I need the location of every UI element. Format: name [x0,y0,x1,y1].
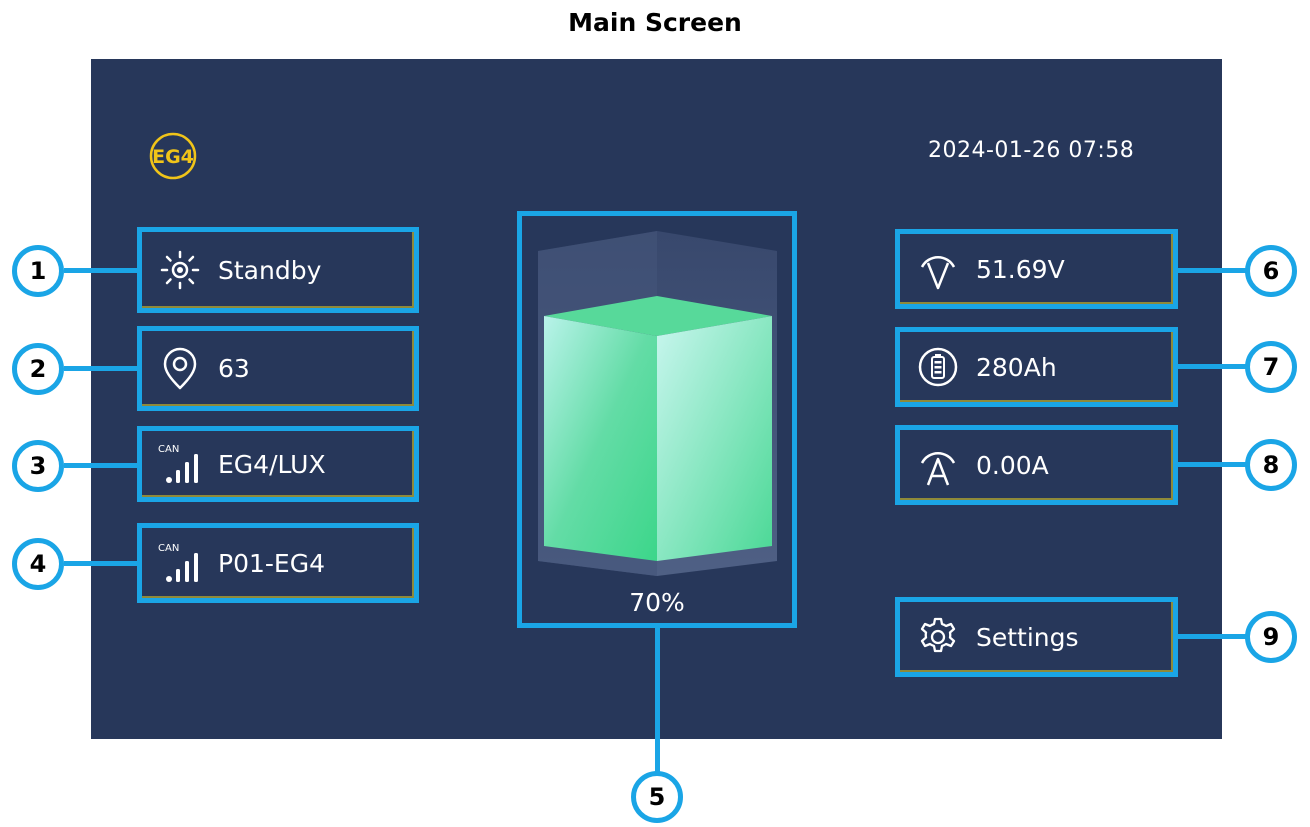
can-protocol-label: EG4/LUX [218,449,326,479]
callout-8: 8 [1245,439,1297,491]
state-of-charge-label: 70% [629,588,685,617]
soh-card[interactable]: 63 [137,326,419,411]
capacity-card[interactable]: 280Ah [895,327,1178,407]
svg-text:CAN: CAN [158,444,179,455]
callout-leader-7 [1177,364,1247,369]
voltage-label: 51.69V [976,254,1065,284]
current-label: 0.00A [976,450,1049,480]
can-signal-icon: CAN [156,539,204,587]
callout-9: 9 [1245,611,1297,663]
callout-3: 3 [12,440,64,492]
callout-2: 2 [12,343,64,395]
rs485-protocol-label: P01-EG4 [218,548,325,578]
callout-leader-9 [1177,634,1247,639]
location-pin-icon [156,345,204,393]
eg4-logo: EG4 [137,131,209,181]
callout-4: 4 [12,538,64,590]
capacity-label: 280Ah [976,352,1057,382]
callout-leader-6 [1177,268,1247,273]
status-card[interactable]: Standby [137,227,419,313]
voltage-card[interactable]: 51.69V [895,229,1178,309]
callout-leader-1 [64,268,138,273]
current-card[interactable]: 0.00A [895,425,1178,505]
callout-6: 6 [1245,245,1297,297]
gear-icon [914,613,962,661]
voltage-icon [914,245,962,293]
battery-capacity-icon [914,343,962,391]
callout-7: 7 [1245,341,1297,393]
battery-cube-graphic [538,231,777,576]
callout-leader-4 [64,561,138,566]
callout-1: 1 [12,245,64,297]
callout-leader-3 [64,463,138,468]
page-title: Main Screen [568,8,742,37]
callout-leader-2 [64,366,138,371]
battery-fill [544,296,772,561]
rs485-protocol-card[interactable]: CAN P01-EG4 [137,523,419,603]
battery-soc-panel [517,211,797,628]
current-icon [914,441,962,489]
sun-icon [156,246,204,294]
svg-text:CAN: CAN [158,543,179,554]
can-protocol-card[interactable]: CAN EG4/LUX [137,426,419,502]
svg-text:EG4: EG4 [152,146,194,168]
can-signal-icon: CAN [156,440,204,488]
callout-leader-8 [1177,462,1247,467]
settings-label: Settings [976,622,1079,652]
callout-5: 5 [631,771,683,823]
datetime-display: 2024-01-26 07:58 [928,138,1135,163]
status-label: Standby [218,255,322,285]
soh-label: 63 [218,354,250,383]
callout-leader-5 [655,627,660,775]
settings-button[interactable]: Settings [895,597,1178,677]
